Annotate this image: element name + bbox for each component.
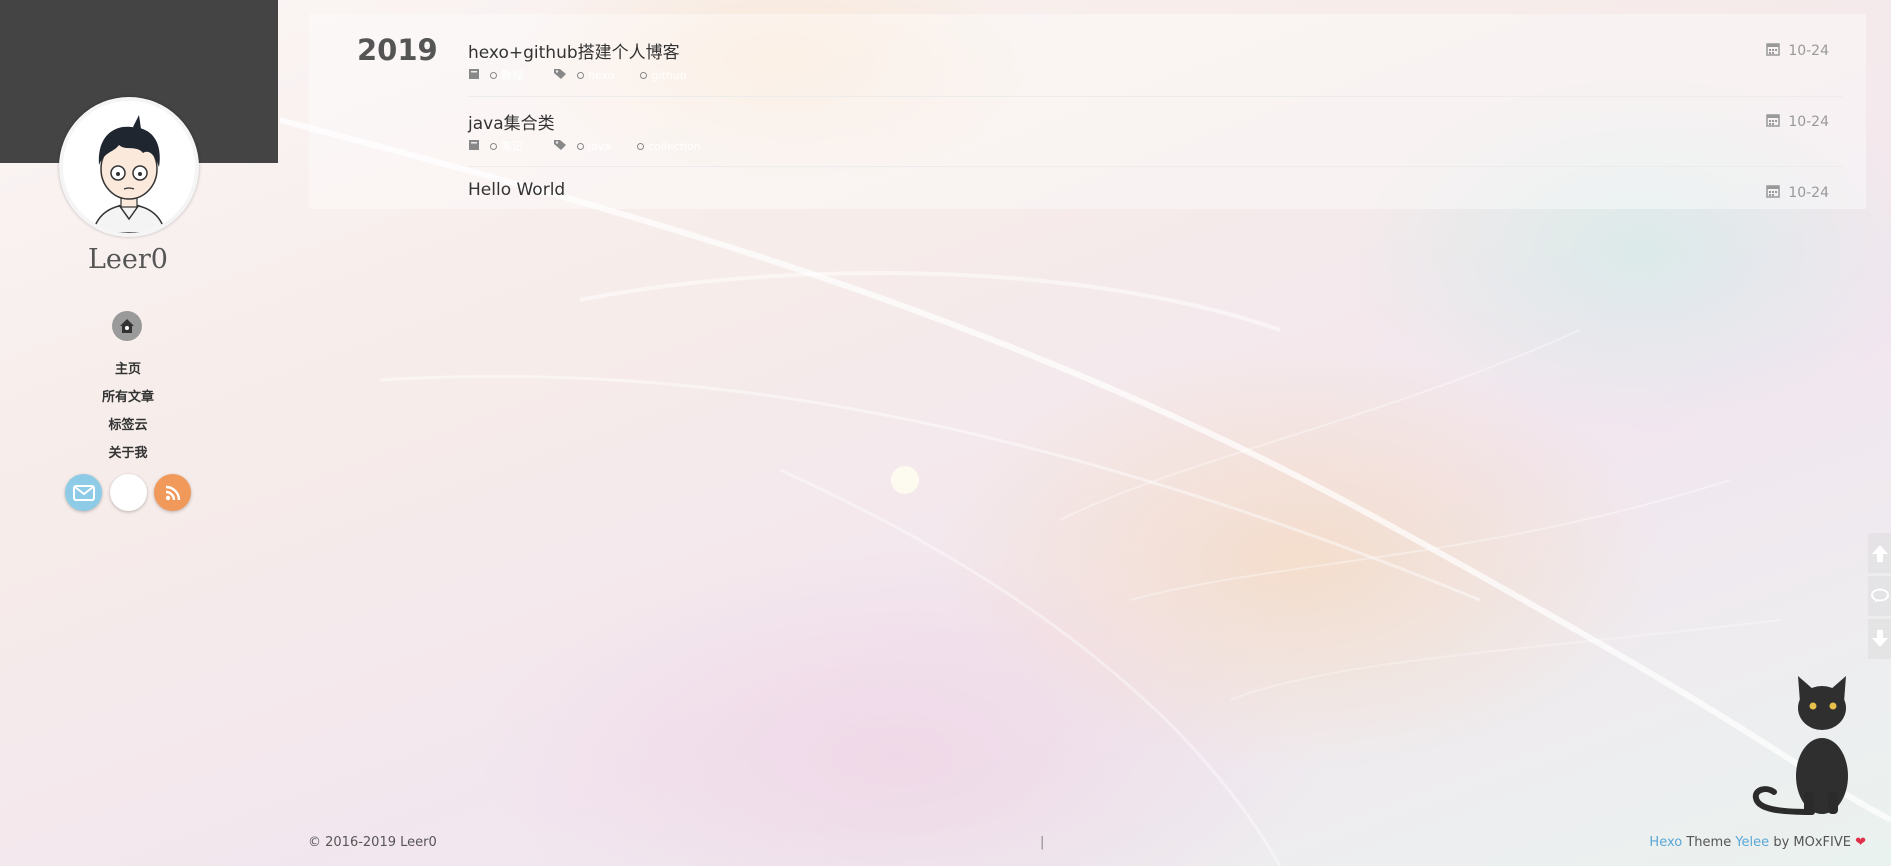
tag-dot-icon — [577, 142, 584, 150]
avatar-illustration — [63, 101, 195, 233]
arrow-down-icon — [1871, 630, 1888, 647]
post-tag[interactable]: github — [651, 69, 686, 82]
tag-icon — [553, 139, 567, 154]
comments-button[interactable] — [1868, 576, 1891, 616]
calendar-icon — [1766, 42, 1781, 60]
post-item[interactable]: hexo+github搭建个人博客 教程 hexo github 10-24 — [468, 38, 1843, 82]
sidebar: Leer0 主页 所有文章 标签云 关于我 — [0, 0, 278, 866]
category-dot-icon — [490, 71, 497, 79]
arrow-up-icon — [1871, 545, 1888, 562]
book-icon — [468, 139, 480, 154]
post-date-text: 10-24 — [1788, 114, 1829, 130]
footer-copyright: © 2016-2019 Leer0 — [308, 835, 437, 850]
footer-by: by MOxFIVE — [1773, 835, 1851, 850]
post-tag[interactable]: collection — [648, 140, 701, 153]
post-date: 10-24 — [1766, 113, 1829, 131]
github-icon[interactable] — [110, 474, 147, 511]
post-date: 10-24 — [1766, 42, 1829, 60]
rss-icon[interactable] — [154, 474, 191, 511]
cat-mascot[interactable] — [1752, 672, 1862, 816]
tag-dot-icon — [577, 71, 584, 79]
tag-dot-icon — [637, 142, 645, 150]
tag-icon — [553, 68, 567, 83]
post-divider — [468, 96, 1843, 97]
home-icon[interactable] — [112, 311, 142, 341]
footer-credit: Hexo Theme Yelee by MOxFIVE ❤ — [1649, 835, 1866, 850]
post-title[interactable]: hexo+github搭建个人博客 — [468, 38, 1843, 63]
nav-item-tags[interactable]: 标签云 — [0, 412, 256, 440]
sidebar-nav: 主页 所有文章 标签云 关于我 — [0, 356, 256, 468]
post-title[interactable]: java集合类 — [468, 109, 1843, 134]
post-meta: 教程 hexo github — [468, 68, 687, 82]
heart-icon: ❤ — [1855, 835, 1866, 850]
post-meta: 笔记 java collection — [468, 139, 701, 153]
footer-separator: | — [1040, 835, 1045, 850]
avatar[interactable] — [59, 97, 199, 237]
post-category[interactable]: 教程 — [501, 67, 523, 83]
archive-year: 2019 — [357, 33, 438, 67]
calendar-icon — [1766, 184, 1781, 202]
hexo-link[interactable]: Hexo — [1649, 835, 1682, 850]
post-title[interactable]: Hello World — [468, 180, 1843, 200]
tag-dot-icon — [640, 71, 648, 79]
post-divider — [468, 166, 1843, 167]
post-item[interactable]: Hello World 10-24 — [468, 180, 1843, 202]
scroll-bottom-button[interactable] — [1868, 619, 1891, 659]
post-tag[interactable]: java — [588, 140, 611, 153]
author-name[interactable]: Leer0 — [0, 244, 256, 275]
footer-theme-word: Theme — [1686, 835, 1732, 850]
post-item[interactable]: java集合类 笔记 java collection 10-24 — [468, 109, 1843, 153]
post-date: 10-24 — [1766, 184, 1829, 202]
comment-icon — [1870, 588, 1889, 603]
scroll-top-button[interactable] — [1868, 533, 1891, 573]
post-category[interactable]: 笔记 — [501, 138, 523, 154]
email-icon[interactable] — [65, 474, 102, 511]
calendar-icon — [1766, 113, 1781, 131]
nav-item-archives[interactable]: 所有文章 — [0, 384, 256, 412]
yelee-link[interactable]: Yelee — [1735, 835, 1769, 850]
post-date-text: 10-24 — [1788, 185, 1829, 201]
nav-item-home[interactable]: 主页 — [0, 356, 256, 384]
post-tag[interactable]: hexo — [588, 69, 614, 82]
post-date-text: 10-24 — [1788, 43, 1829, 59]
book-icon — [468, 68, 480, 83]
nav-item-about[interactable]: 关于我 — [0, 440, 256, 468]
category-dot-icon — [490, 142, 497, 150]
